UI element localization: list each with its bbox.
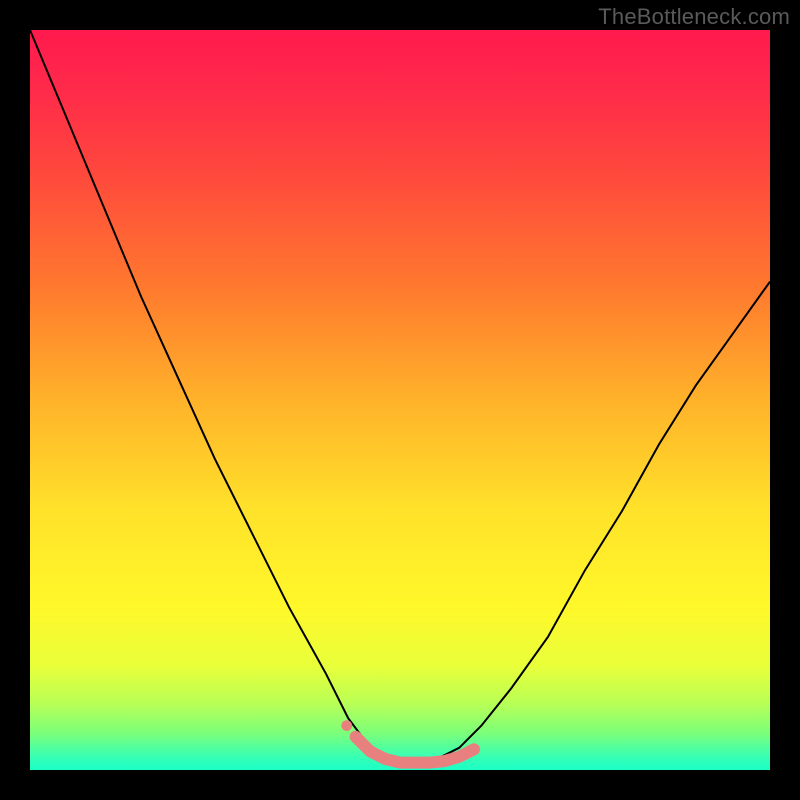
optimum-marker-lead-dot [341,720,352,731]
optimum-marker-group [341,720,474,762]
chart-frame: TheBottleneck.com [0,0,800,800]
chart-plot-area [30,30,770,770]
bottleneck-curve [30,30,770,763]
watermark-text: TheBottleneck.com [598,4,790,30]
bottleneck-curve-path [30,30,770,763]
chart-svg [30,30,770,770]
